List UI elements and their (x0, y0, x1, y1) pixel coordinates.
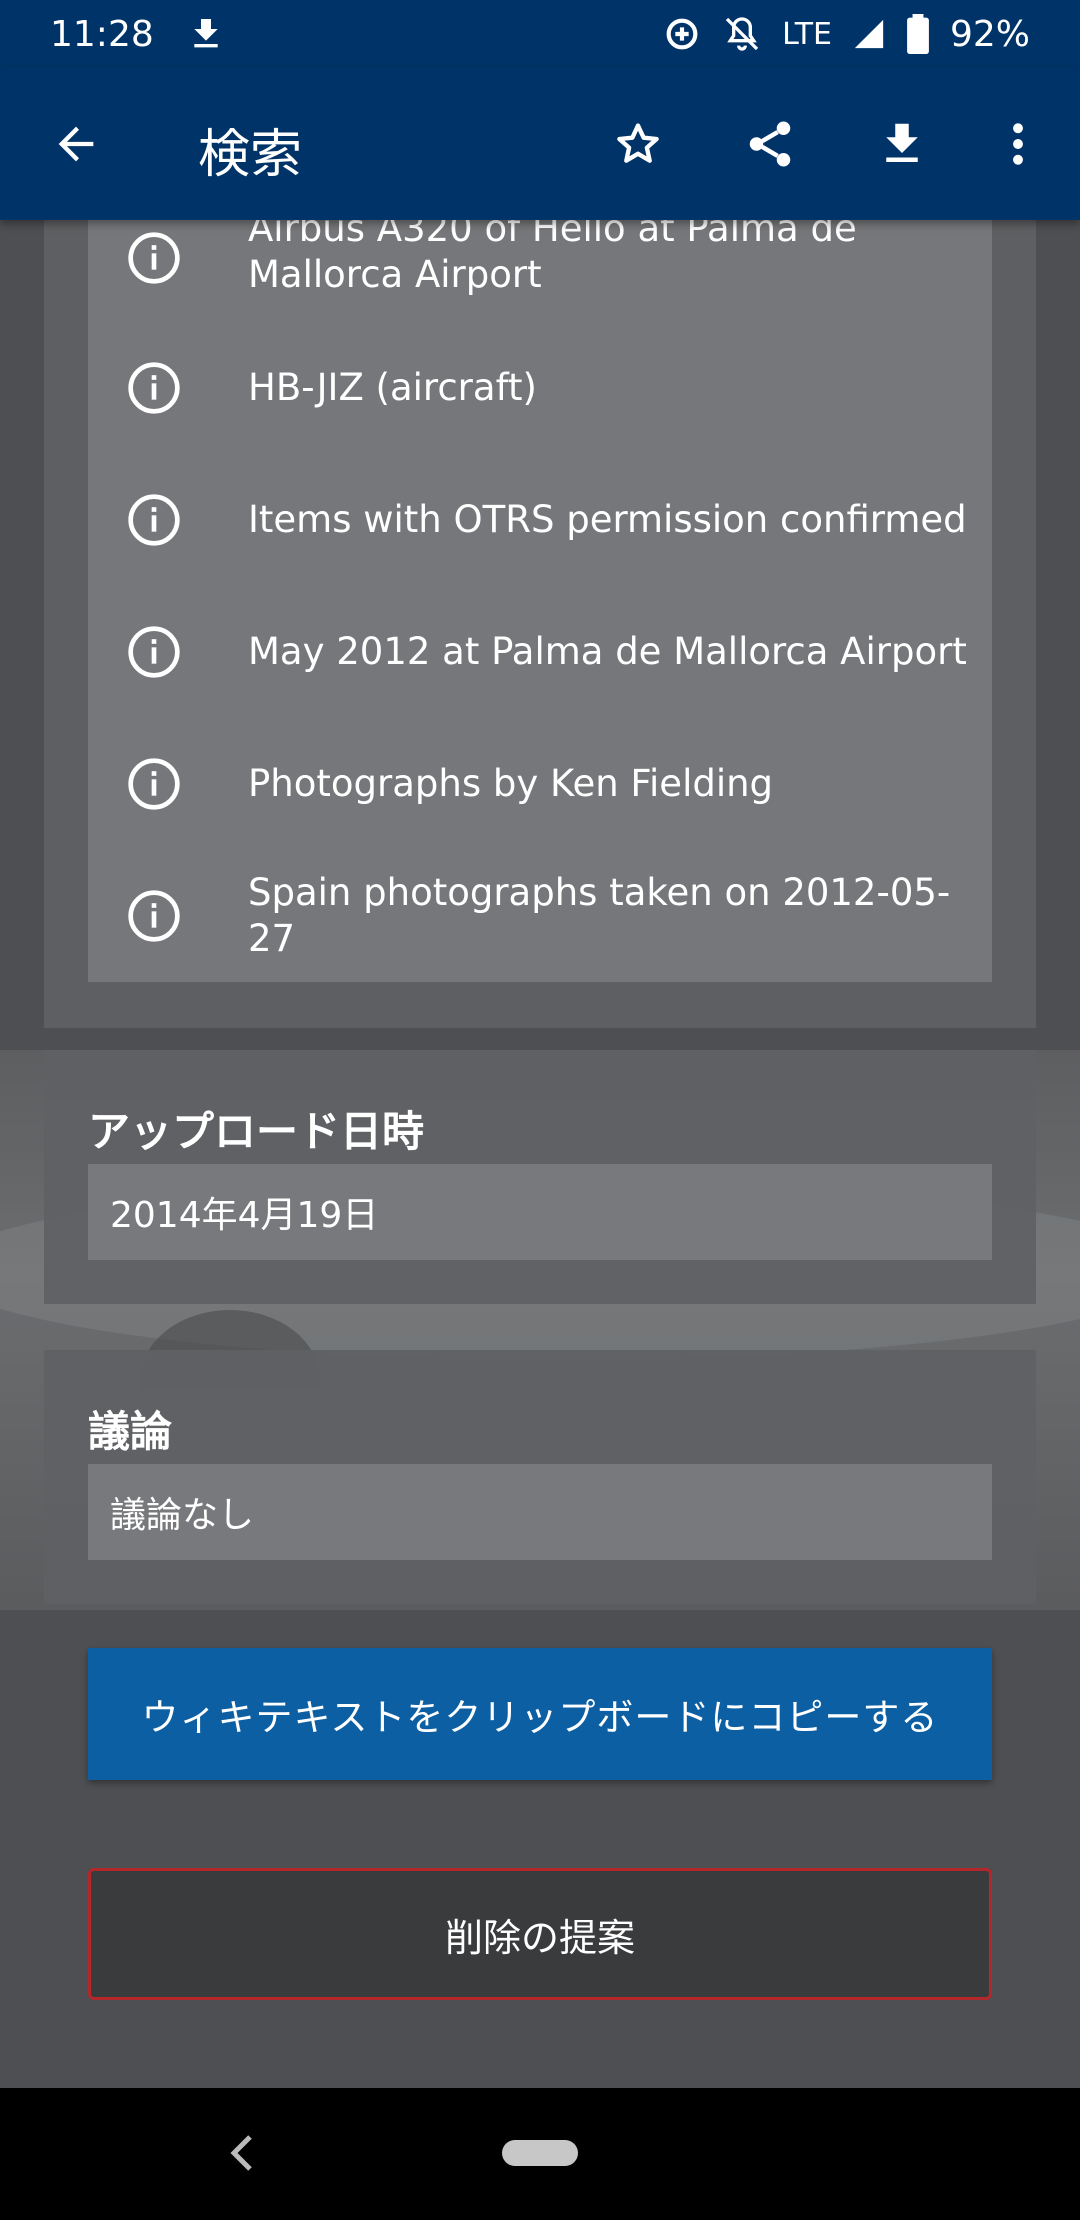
battery-icon (906, 14, 930, 54)
category-label: HB-JIZ (aircraft) (248, 366, 537, 409)
list-item[interactable]: HB-JIZ (aircraft) (88, 348, 992, 428)
share-icon[interactable] (740, 114, 800, 174)
download-icon (186, 14, 226, 54)
status-time: 11:28 (50, 13, 154, 55)
list-item[interactable]: Items with OTRS permission confirmed (88, 480, 992, 560)
system-nav-bar (0, 2088, 1080, 2220)
status-bar: 11:28 LTE 92% (0, 0, 1080, 68)
category-label-line2: Mallorca Airport (248, 253, 542, 296)
list-item[interactable]: Spain photographs taken on 2012-05-27 (88, 871, 992, 960)
status-battery: 92% (949, 13, 1030, 55)
category-label: Items with OTRS permission confirmed (248, 498, 967, 541)
nav-back-icon[interactable] (222, 2128, 262, 2178)
info-icon (128, 758, 180, 810)
mute-icon (722, 14, 762, 54)
upload-date-title: アップロード日時 (88, 1107, 425, 1156)
star-icon[interactable] (608, 114, 668, 174)
page-title: 検索 (198, 125, 303, 185)
info-icon (128, 232, 180, 284)
category-label: May 2012 at Palma de Mallorca Airport (248, 630, 967, 673)
talk-value: 議論なし (88, 1464, 992, 1560)
nominate-delete-button[interactable]: 削除の提案 (88, 1868, 992, 2000)
info-icon (128, 494, 180, 546)
signal-icon (852, 17, 886, 51)
status-network: LTE (782, 16, 832, 52)
upload-date-card: アップロード日時 2014年4月19日 (44, 1050, 1036, 1304)
more-vert-icon[interactable] (988, 114, 1048, 174)
list-item[interactable]: Photographs by Ken Fielding (88, 744, 992, 824)
copy-wikitext-button[interactable]: ウィキテキストをクリップボードにコピーする (88, 1648, 992, 1780)
list-item[interactable]: Airbus A320 of Hello at Palma de Mallorc… (88, 207, 992, 306)
download-icon[interactable] (872, 114, 932, 174)
talk-title: 議論 (88, 1407, 173, 1456)
back-arrow-icon[interactable] (46, 114, 106, 174)
upload-date-value: 2014年4月19日 (88, 1164, 992, 1260)
home-pill[interactable] (502, 2140, 578, 2166)
info-icon (128, 362, 180, 414)
category-label: Photographs by Ken Fielding (248, 762, 774, 805)
app-bar: 検索 (0, 68, 1080, 220)
category-label: Spain photographs taken on 2012-05-27 (248, 871, 951, 960)
category-list: Airbus A320 of Hello at Palma de Mallorc… (88, 207, 992, 982)
categories-card: Airbus A320 of Hello at Palma de Mallorc… (44, 207, 1036, 1028)
talk-card: 議論 議論なし (44, 1350, 1036, 1604)
data-saver-icon (662, 14, 702, 54)
list-item[interactable]: May 2012 at Palma de Mallorca Airport (88, 612, 992, 692)
info-icon (128, 626, 180, 678)
info-icon (128, 890, 180, 942)
